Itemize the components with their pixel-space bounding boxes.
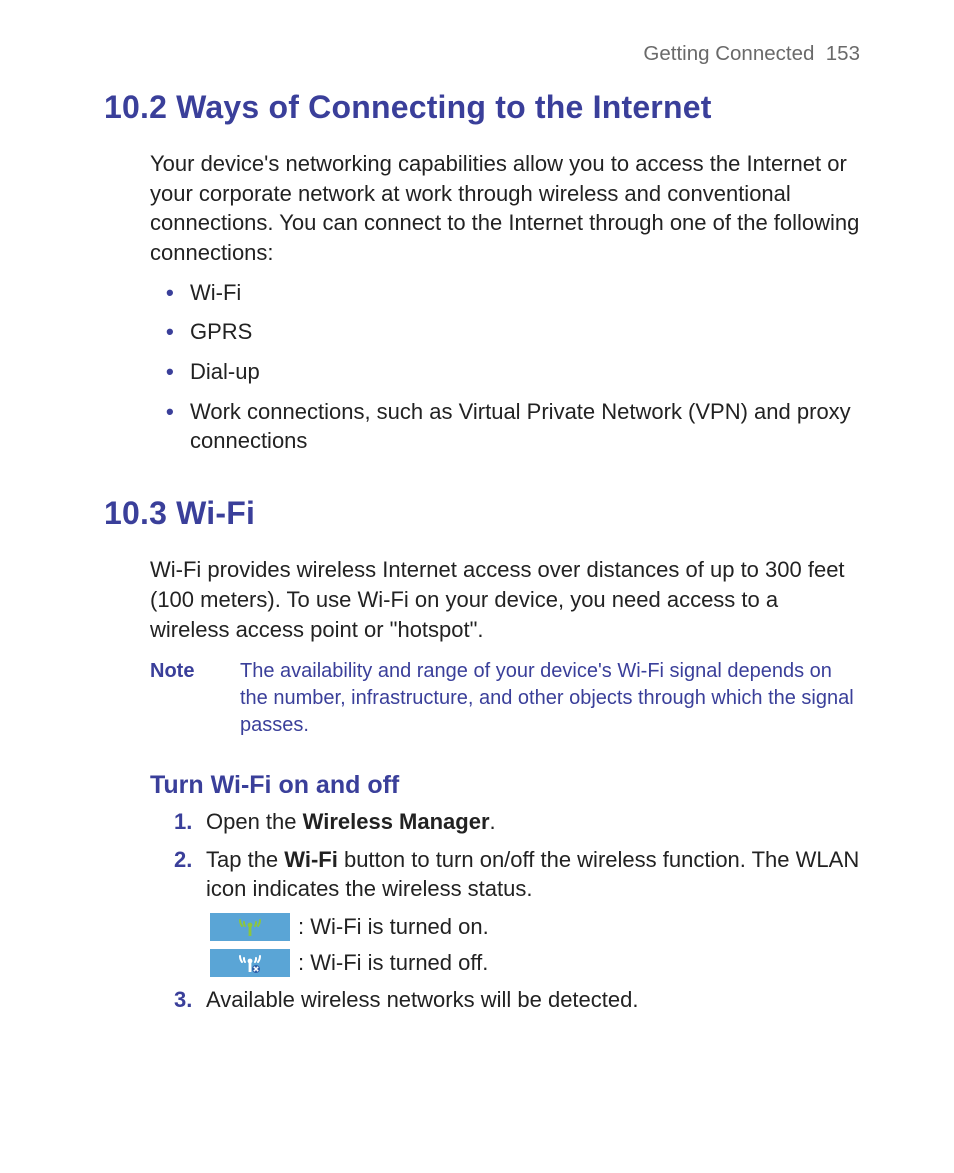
wifi-status-on-text: : Wi-Fi is turned on. xyxy=(298,912,489,942)
wifi-on-icon xyxy=(210,913,290,941)
running-header: Getting Connected 153 xyxy=(104,40,860,68)
wifi-off-icon xyxy=(210,949,290,977)
list-item: Work connections, such as Virtual Privat… xyxy=(162,397,860,456)
step-text: Available wireless networks will be dete… xyxy=(206,987,638,1012)
section-10-3-heading: 10.3 Wi-Fi xyxy=(104,492,860,535)
page-number: 153 xyxy=(826,42,860,65)
section-10-2-heading: 10.2 Ways of Connecting to the Internet xyxy=(104,86,860,129)
list-item-label: GPRS xyxy=(190,319,252,344)
wifi-status-block: : Wi-Fi is turned on. xyxy=(210,912,860,977)
list-item-label: Wi-Fi xyxy=(190,280,241,305)
step-bold: Wi-Fi xyxy=(284,847,338,872)
step-1: Open the Wireless Manager. xyxy=(174,807,860,837)
step-text: . xyxy=(490,809,496,834)
subsection-turn-wifi-heading: Turn Wi-Fi on and off xyxy=(150,769,860,803)
note-text: The availability and range of your devic… xyxy=(240,658,860,739)
step-text: Open the xyxy=(206,809,303,834)
turn-wifi-steps: Open the Wireless Manager. Tap the Wi-Fi… xyxy=(174,807,860,1015)
step-text: Tap the xyxy=(206,847,284,872)
wifi-status-off-line: : Wi-Fi is turned off. xyxy=(210,948,860,978)
note-label: Note xyxy=(150,658,240,739)
step-2: Tap the Wi-Fi button to turn on/off the … xyxy=(174,845,860,978)
connection-type-list: Wi-Fi GPRS Dial-up Work connections, suc… xyxy=(162,278,860,456)
list-item-label: Work connections, such as Virtual Privat… xyxy=(190,399,851,454)
chapter-title: Getting Connected xyxy=(643,42,814,65)
wifi-status-off-text: : Wi-Fi is turned off. xyxy=(298,948,488,978)
section-10-2-intro: Your device's networking capabilities al… xyxy=(150,149,860,268)
note-block: Note The availability and range of your … xyxy=(150,658,860,739)
list-item: GPRS xyxy=(162,317,860,347)
step-3: Available wireless networks will be dete… xyxy=(174,985,860,1015)
list-item: Wi-Fi xyxy=(162,278,860,308)
step-bold: Wireless Manager xyxy=(303,809,490,834)
list-item: Dial-up xyxy=(162,357,860,387)
list-item-label: Dial-up xyxy=(190,359,260,384)
section-10-3-intro: Wi-Fi provides wireless Internet access … xyxy=(150,555,860,644)
wifi-status-on-line: : Wi-Fi is turned on. xyxy=(210,912,860,942)
